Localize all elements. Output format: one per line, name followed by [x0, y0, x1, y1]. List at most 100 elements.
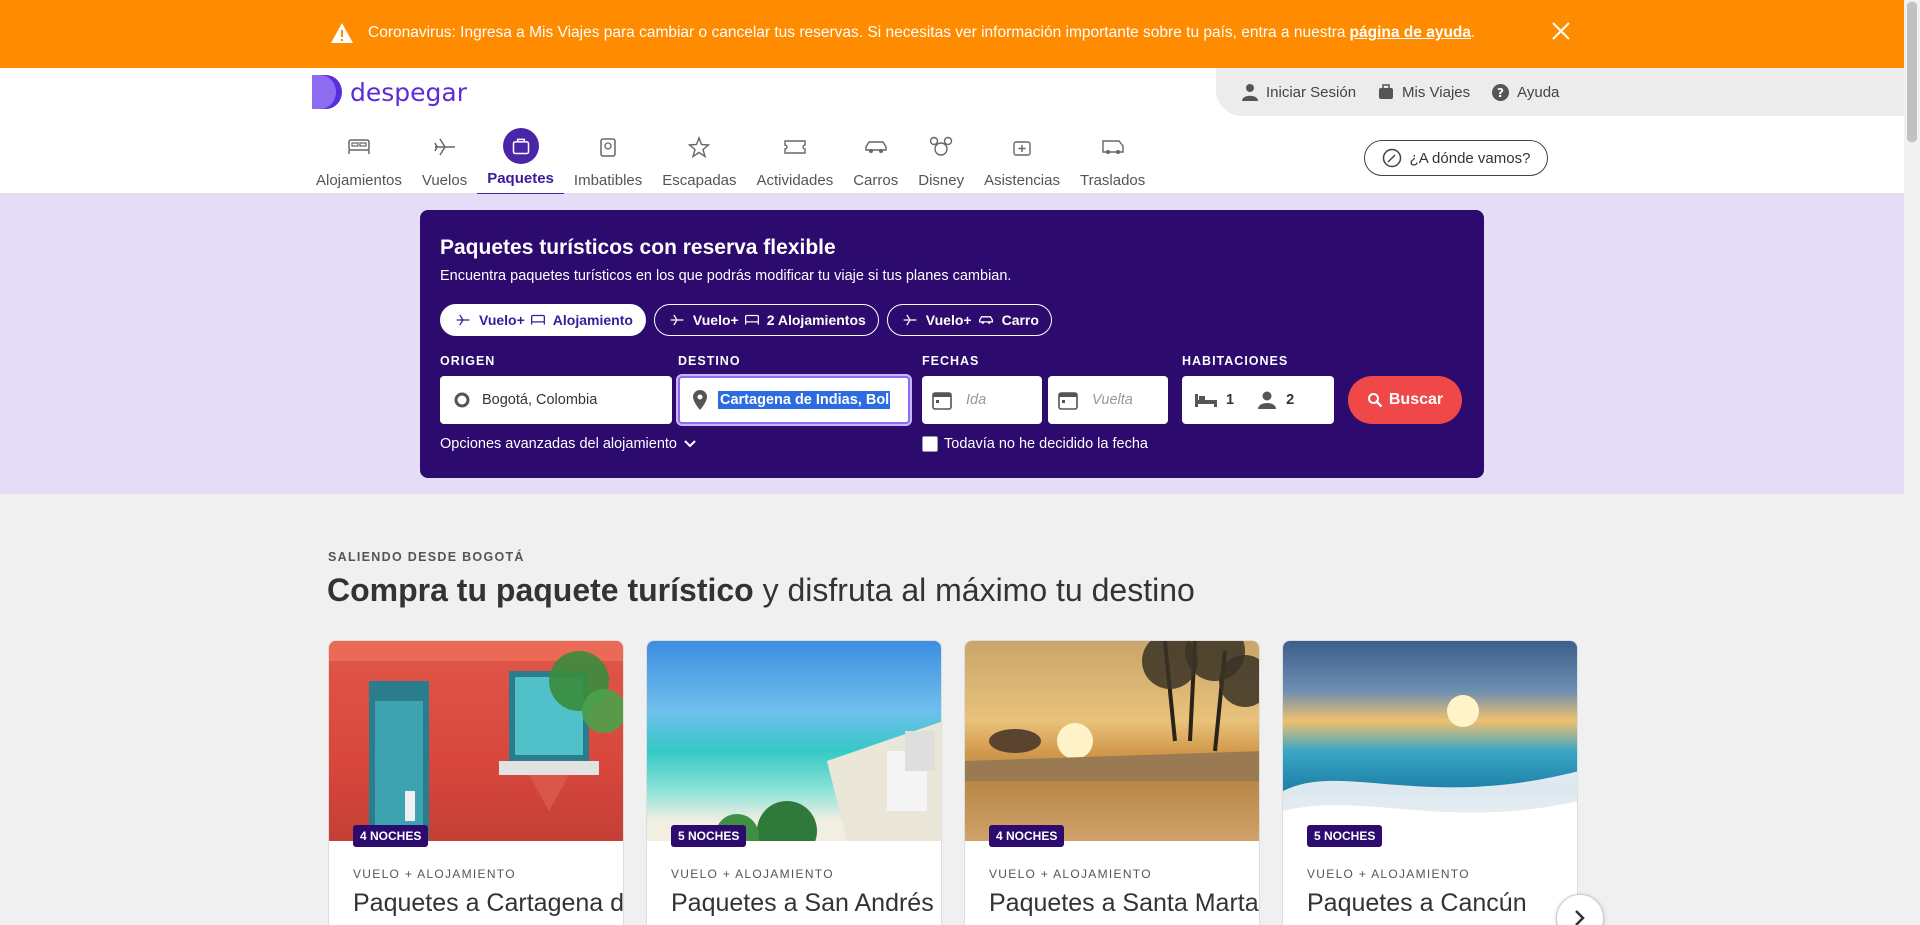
nav-paquetes[interactable]: Paquetes [477, 128, 564, 196]
pill-vuelo-carro[interactable]: Vuelo + Carro [886, 304, 1052, 336]
package-title: Paquetes a Santa Marta [989, 889, 1259, 917]
nights-badge: 5 NOCHES [671, 825, 747, 847]
help-page-link[interactable]: página de ayuda [1350, 24, 1471, 42]
advanced-options-label: Opciones avanzadas del alojamiento [440, 436, 677, 452]
nav-label: Asistencias [984, 172, 1060, 189]
cancun-photo [1283, 695, 1577, 841]
origin-input[interactable]: Bogotá, Colombia [440, 376, 672, 424]
banner-text: Coronavirus: Ingresa a Mis Viajes para c… [368, 24, 1346, 41]
destination-image: 5 NOCHES [647, 641, 941, 861]
my-trips-label: Mis Viajes [1402, 83, 1471, 101]
nav-vuelos[interactable]: Vuelos [412, 128, 477, 194]
svg-text:?: ? [1497, 86, 1504, 100]
bed-icon [530, 314, 545, 325]
departure-date-input[interactable]: Ida [922, 376, 1042, 424]
help-link[interactable]: ? Ayuda [1492, 83, 1560, 101]
origin-value: Bogotá, Colombia [482, 392, 598, 408]
pill-part-a: Vuelo [479, 312, 517, 328]
rooms-count: 1 [1226, 392, 1235, 408]
nav-label: Vuelos [421, 172, 468, 189]
nav-imbatibles[interactable]: Imbatibles [564, 128, 652, 194]
destination-input[interactable]: Cartagena de Indias, Bolí [678, 376, 910, 424]
page-scrollbar[interactable] [1904, 0, 1920, 925]
pill-part-b: Carro [1001, 312, 1039, 328]
package-title: Paquetes a San Andrés [671, 889, 934, 917]
person-icon [1258, 391, 1277, 409]
site-header: despegar Iniciar Sesión Mis Viajes ? Ayu… [0, 68, 1904, 196]
bed-icon [744, 314, 759, 325]
nav-carros[interactable]: Carros [843, 128, 908, 194]
search-button[interactable]: Buscar [1348, 376, 1462, 424]
car-icon [978, 316, 993, 324]
nav-label: Alojamientos [316, 172, 402, 189]
close-icon[interactable] [1548, 18, 1574, 44]
search-subtitle: Encuentra paquetes turísticos en los que… [440, 268, 1012, 284]
suitcase-icon [1379, 84, 1394, 99]
where-to-go-button[interactable]: ¿A dónde vamos? [1364, 140, 1548, 176]
section-eyebrow: SALIENDO DESDE BOGOTÁ [328, 550, 525, 564]
rooms-label: HABITACIONES [1182, 354, 1289, 368]
san-andres-photo [715, 721, 941, 861]
return-date-input[interactable]: Vuelta [1048, 376, 1168, 424]
nav-alojamientos[interactable]: Alojamientos [306, 128, 412, 194]
pill-part-b: 2 Alojamientos [766, 312, 866, 328]
scrollbar-thumb[interactable] [1907, 2, 1917, 142]
pill-vuelo-2-alojamientos[interactable]: Vuelo + 2 Alojamientos [653, 304, 879, 336]
location-pin-icon [693, 390, 707, 410]
car-icon [865, 141, 887, 153]
checkbox[interactable] [922, 436, 938, 452]
despegar-logo-icon [312, 75, 342, 109]
login-label: Iniciar Sesión [1266, 83, 1357, 101]
nav-disney[interactable]: Disney [908, 128, 974, 194]
package-card[interactable]: 5 NOCHES VUELO + ALOJAMIENTO Paquetes a … [1282, 640, 1578, 925]
plane-icon [670, 314, 684, 326]
user-menu: Iniciar Sesión Mis Viajes ? Ayuda [1216, 68, 1904, 116]
nav-escapadas[interactable]: Escapadas [652, 128, 746, 194]
user-icon [1242, 84, 1258, 101]
package-title: Paquetes a Cancún [1307, 889, 1527, 917]
undecided-dates-checkbox[interactable]: Todavía no he decidido la fecha [922, 436, 1148, 452]
package-kind: VUELO + ALOJAMIENTO [353, 867, 516, 881]
package-kind: VUELO + ALOJAMIENTO [1307, 867, 1470, 881]
nav-label: Paquetes [487, 170, 554, 187]
package-icon [512, 138, 529, 155]
plane-icon [456, 314, 470, 326]
nav-asistencias[interactable]: Asistencias [974, 128, 1070, 194]
login-link[interactable]: Iniciar Sesión [1242, 83, 1356, 101]
logo-wordmark: despegar [350, 77, 467, 107]
origin-dot-icon [454, 392, 470, 408]
package-cards: 4 NOCHES VUELO + ALOJAMIENTO Paquetes a … [328, 640, 1600, 925]
help-label: Ayuda [1517, 83, 1560, 101]
help-icon: ? [1492, 83, 1510, 101]
banner-message: Coronavirus: Ingresa a Mis Viajes para c… [330, 22, 1475, 44]
plane-icon [433, 138, 455, 156]
calendar-icon [1058, 392, 1078, 410]
headline-rest: y disfruta al máximo tu destino [753, 572, 1195, 608]
people-count: 2 [1286, 392, 1295, 408]
mickey-icon [929, 136, 953, 156]
nav-label: Traslados [1079, 172, 1146, 189]
nav-traslados[interactable]: Traslados [1070, 128, 1155, 194]
logo[interactable]: despegar [312, 74, 467, 110]
rooms-guests-selector[interactable]: 1 2 [1182, 376, 1334, 424]
pill-vuelo-alojamiento[interactable]: Vuelo + Alojamiento [440, 304, 646, 336]
package-title: Paquetes a Cartagena de Indias [353, 889, 624, 917]
pill-part-a: Vuelo [692, 312, 731, 328]
banner-text-end: . [1471, 24, 1476, 41]
nav-actividades[interactable]: Actividades [747, 128, 844, 194]
package-card[interactable]: 5 NOCHES VUELO + ALOJAMIENTO Paquetes a … [646, 640, 942, 925]
nav-label: Actividades [756, 172, 834, 189]
chevron-right-icon [1575, 910, 1585, 925]
return-placeholder: Vuelta [1092, 392, 1133, 408]
ticket-icon [784, 140, 806, 154]
cartagena-photo [329, 641, 623, 841]
destination-image: 5 NOCHES [1283, 641, 1577, 847]
my-trips-link[interactable]: Mis Viajes [1378, 84, 1470, 101]
advanced-options-toggle[interactable]: Opciones avanzadas del alojamiento [440, 436, 697, 452]
bed-icon [1195, 394, 1217, 407]
pill-part-a: Vuelo [925, 312, 964, 328]
dates-label: FECHAS [922, 354, 980, 368]
package-card[interactable]: 4 NOCHES VUELO + ALOJAMIENTO Paquetes a … [964, 640, 1260, 925]
nav-label: Disney [918, 172, 965, 189]
package-card[interactable]: 4 NOCHES VUELO + ALOJAMIENTO Paquetes a … [328, 640, 624, 925]
